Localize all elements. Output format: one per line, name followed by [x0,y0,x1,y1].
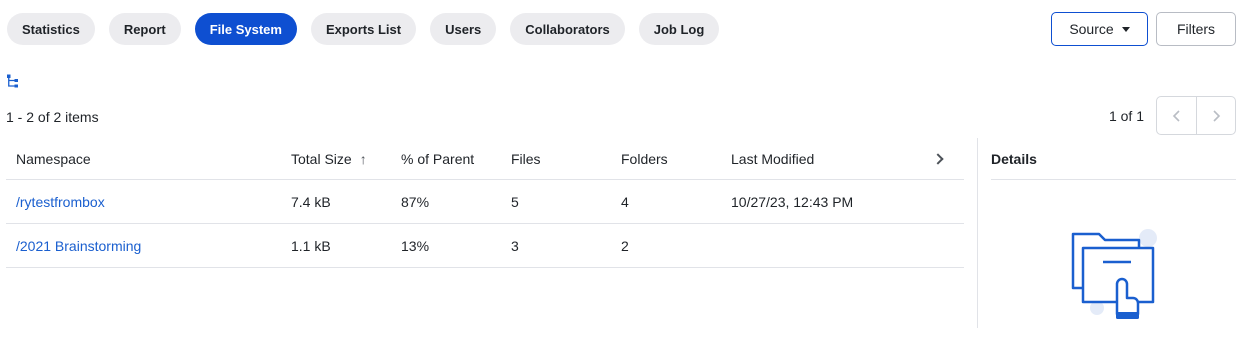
cell-pct-parent: 13% [401,237,430,254]
sort-ascending-icon: ↑ [359,150,367,167]
source-dropdown-button[interactable]: Source [1051,12,1148,46]
filters-button[interactable]: Filters [1156,12,1236,46]
tab-statistics[interactable]: Statistics [7,13,95,45]
page-indicator: 1 of 1 [1108,107,1144,124]
column-header-folders[interactable]: Folders [621,151,731,167]
column-header-last-modified[interactable]: Last Modified [731,151,921,167]
tab-users[interactable]: Users [430,13,497,45]
tab-file-system[interactable]: File System [194,13,297,45]
pagination: 1 of 1 [1109,96,1236,135]
details-title: Details [991,138,1236,180]
cell-total-size: 7.4 kB [291,193,331,210]
namespace-link[interactable]: /2021 Brainstorming [6,238,291,254]
source-label: Source [1069,21,1114,37]
toolbar: Source Filters [1051,12,1236,46]
column-header-files[interactable]: Files [511,151,621,167]
tab-collaborators[interactable]: Collaborators [510,13,625,45]
table-row[interactable]: /2021 Brainstorming 1.1 kB 13% 3 2 [6,224,964,268]
pager-buttons [1156,96,1236,135]
column-header-total-size[interactable]: Total Size ↑ [291,151,401,167]
caret-down-icon [1121,26,1130,32]
cell-pct-parent: 87% [401,193,430,210]
tab-job-log[interactable]: Job Log [638,13,720,45]
column-header-namespace[interactable]: Namespace [6,151,291,167]
chevron-left-icon [1172,109,1180,122]
item-count: 1 - 2 of 2 items [6,109,99,125]
cell-folders: 4 [621,193,629,210]
prev-page-button[interactable] [1157,97,1196,134]
details-panel: Details [991,138,1236,319]
panel-divider [977,138,978,328]
table-row[interactable]: /rytestfrombox 7.4 kB 87% 5 4 10/27/23, … [6,180,964,224]
cell-last-modified: 10/27/23, 12:43 PM [731,193,854,210]
cell-files: 5 [511,193,519,210]
expand-columns-button[interactable] [921,152,954,165]
chevron-right-icon [931,152,944,165]
cell-files: 3 [511,237,519,254]
cell-total-size: 1.1 kB [291,237,331,254]
tab-bar: Statistics Report File System Exports Li… [7,13,720,45]
folder-select-illustration-icon [1071,229,1157,319]
namespace-table: Namespace Total Size ↑ % of Parent Files … [6,138,964,268]
cell-folders: 2 [621,237,629,254]
next-page-button[interactable] [1196,97,1235,134]
chevron-right-icon [1213,109,1221,122]
tab-exports-list[interactable]: Exports List [310,13,417,45]
tree-hierarchy-icon[interactable] [6,74,20,88]
tab-report[interactable]: Report [108,13,181,45]
namespace-link[interactable]: /rytestfrombox [6,194,291,210]
column-header-pct-parent[interactable]: % of Parent [401,151,511,167]
column-header-total-size-label: Total Size [291,150,352,167]
table-header: Namespace Total Size ↑ % of Parent Files … [6,138,964,180]
